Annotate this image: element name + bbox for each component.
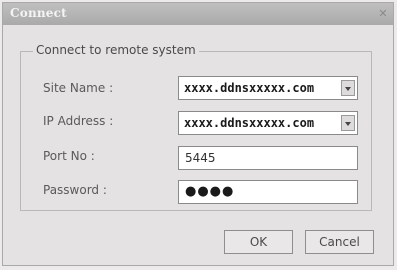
- window-title: Connect: [10, 6, 67, 20]
- ip-address-label: IP Address :: [43, 114, 114, 128]
- chevron-down-icon[interactable]: [341, 115, 355, 131]
- group-legend: Connect to remote system: [33, 43, 199, 57]
- password-input[interactable]: ●●●●: [178, 180, 358, 204]
- port-no-input[interactable]: 5445: [178, 146, 358, 170]
- ip-address-value: xxxx.ddnsxxxxx.com: [184, 116, 315, 130]
- site-name-label: Site Name :: [43, 81, 114, 95]
- password-label: Password :: [43, 183, 107, 197]
- port-no-label: Port No :: [43, 149, 95, 163]
- close-icon[interactable]: ✕: [377, 8, 389, 20]
- ip-address-dropdown[interactable]: xxxx.ddnsxxxxx.com: [178, 111, 358, 135]
- password-value: ●●●●: [185, 184, 235, 199]
- cancel-button[interactable]: Cancel: [305, 230, 374, 254]
- ok-button[interactable]: OK: [224, 230, 293, 254]
- chevron-down-icon[interactable]: [341, 80, 355, 96]
- site-name-dropdown[interactable]: xxxx.ddnsxxxxx.com: [178, 76, 358, 100]
- title-bar[interactable]: Connect ✕: [3, 3, 393, 25]
- port-no-value: 5445: [185, 151, 216, 165]
- site-name-value: xxxx.ddnsxxxxx.com: [184, 81, 315, 95]
